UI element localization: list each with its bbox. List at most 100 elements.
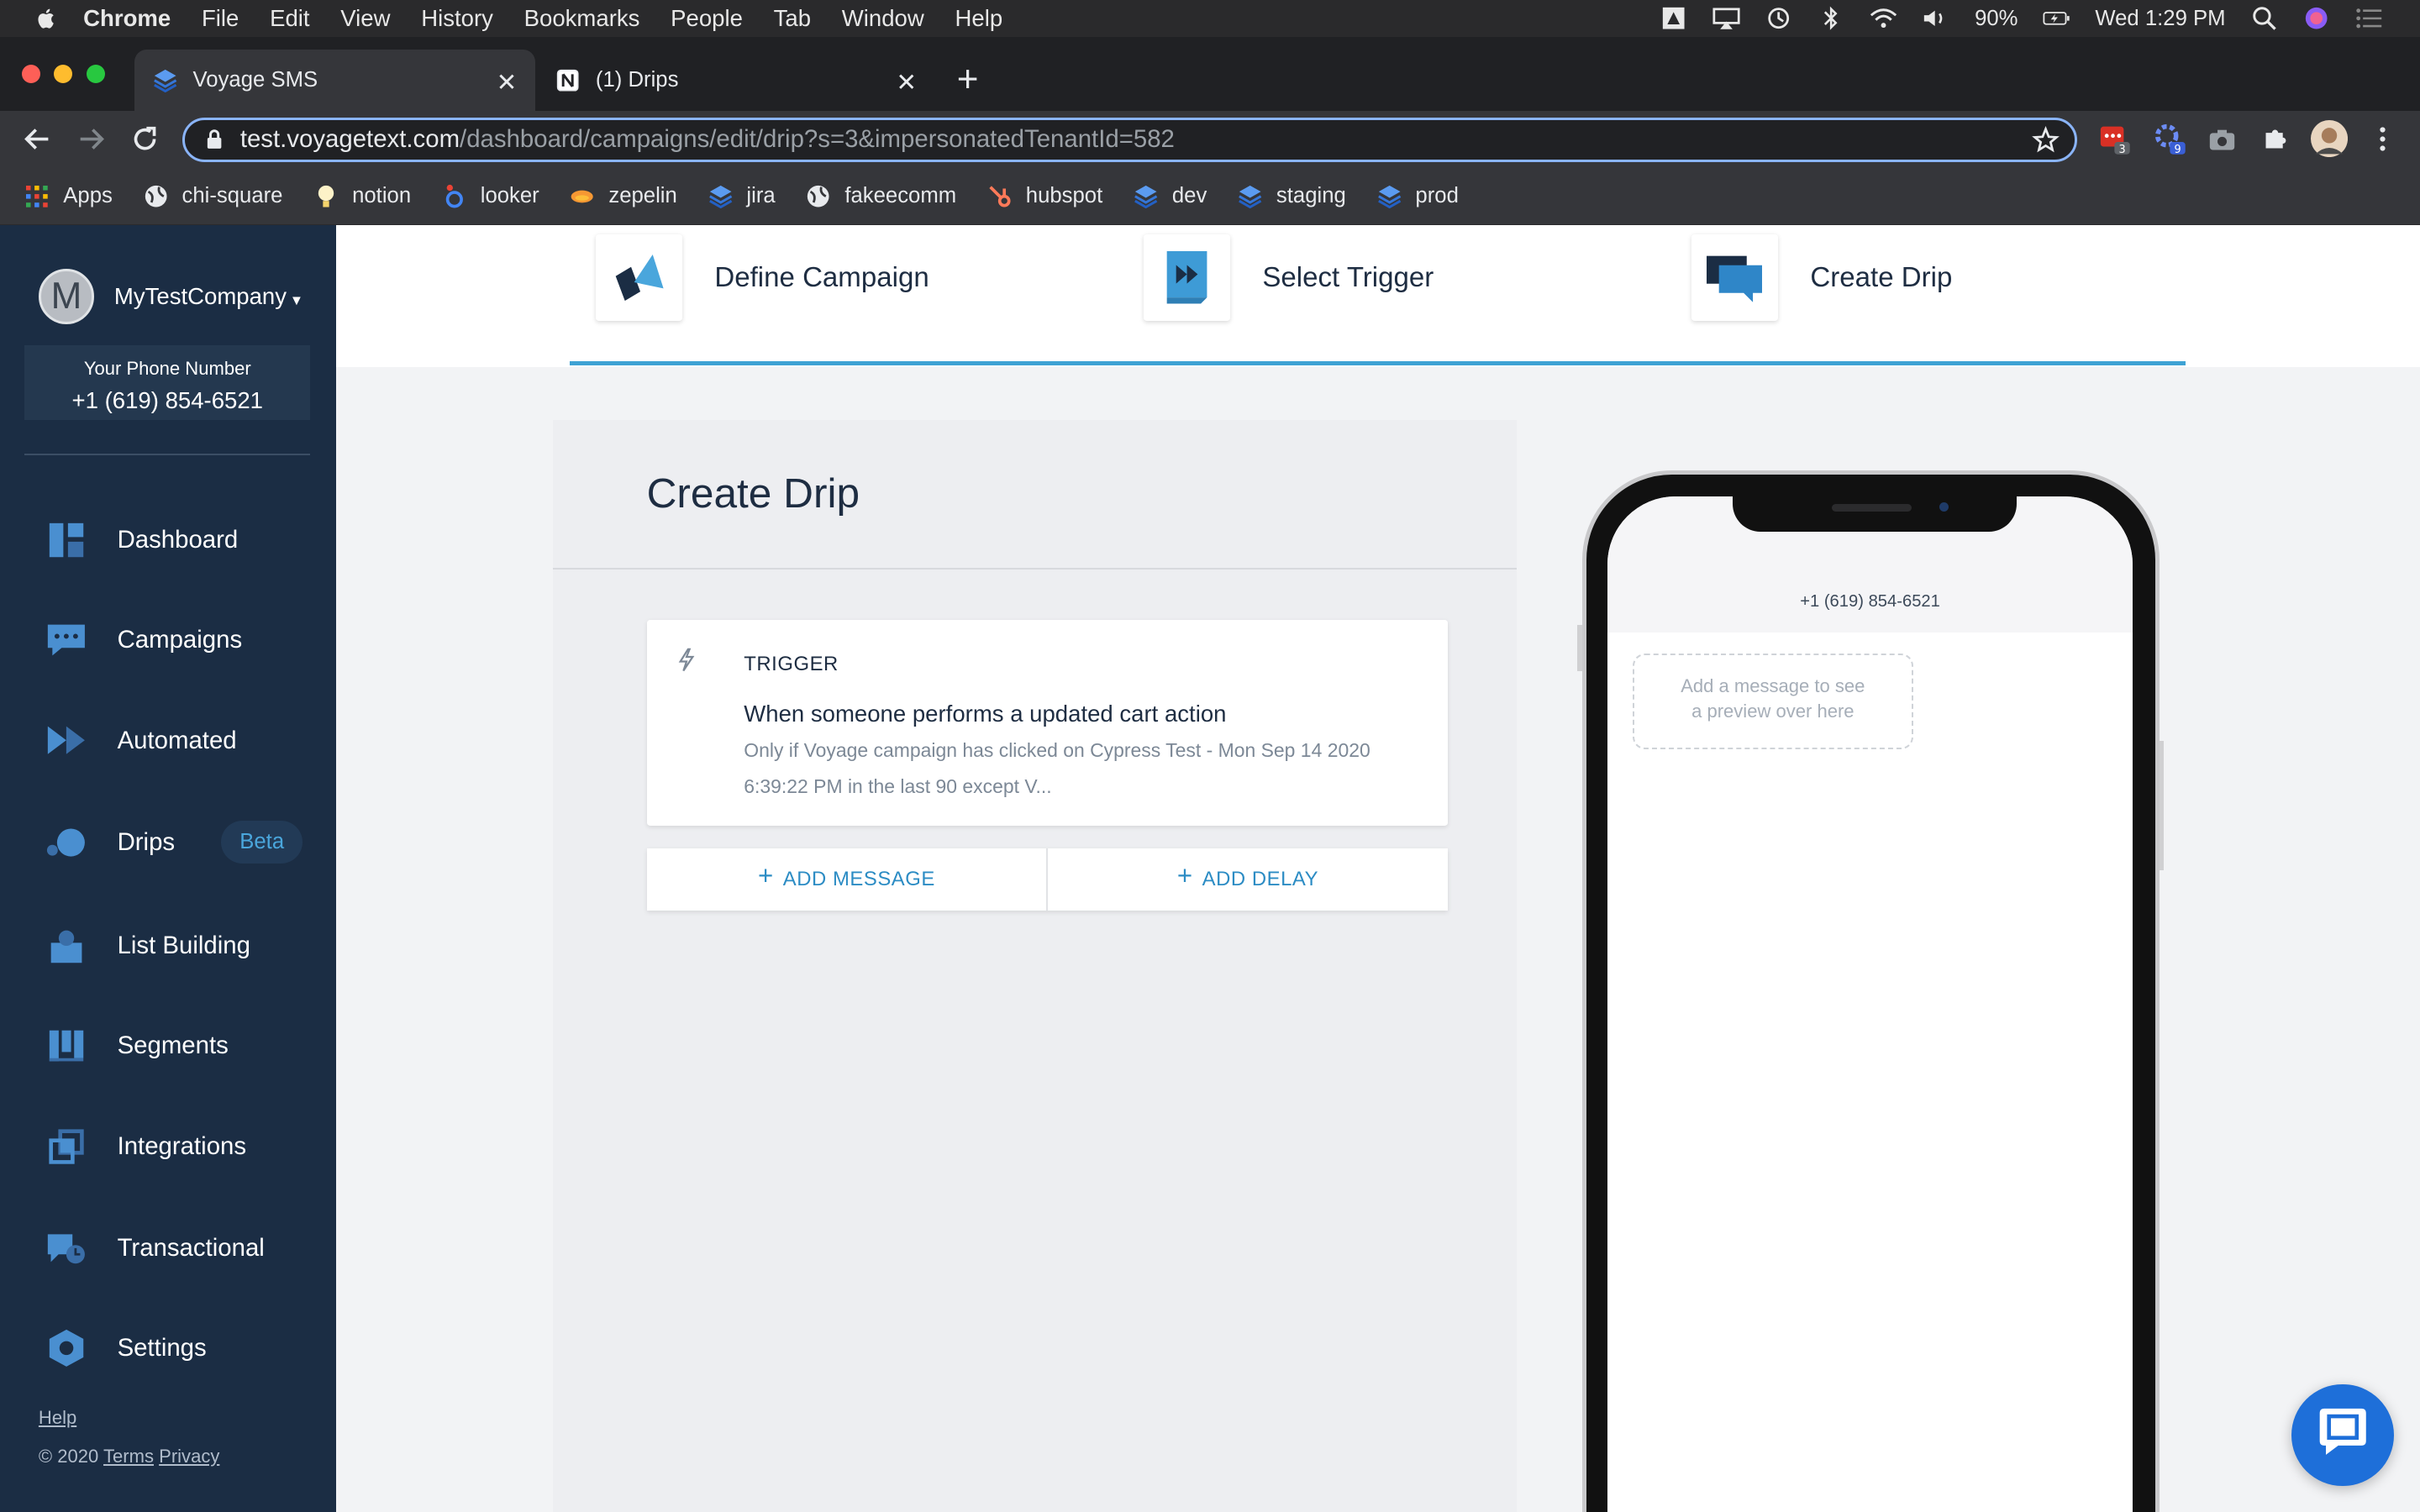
browser-tab-strip: Voyage SMS ✕ (1) Drips ✕ + — [0, 37, 2420, 112]
adobe-icon[interactable] — [1660, 8, 1688, 29]
integrations-icon — [46, 1126, 87, 1167]
sidebar-item-list-building[interactable]: List Building — [46, 926, 250, 966]
back-button[interactable] — [22, 123, 53, 155]
bookmark-label: fakeecomm — [844, 184, 957, 208]
bookmark-prod[interactable]: prod — [1377, 184, 1459, 209]
bookmark-label: looker — [480, 184, 539, 208]
sidebar-item-campaigns[interactable]: Campaigns — [46, 620, 242, 660]
bookmark-zepelin[interactable]: zepelin — [570, 184, 677, 208]
terms-link[interactable]: Terms — [103, 1446, 154, 1467]
globe-icon — [144, 184, 168, 208]
menu-file[interactable]: File — [202, 5, 239, 32]
menu-window[interactable]: Window — [842, 5, 924, 32]
step-define-campaign[interactable]: Define Campaign — [595, 234, 929, 322]
phone-number-box: Your Phone Number +1 (619) 854-6521 — [24, 345, 311, 420]
chrome-menu-icon[interactable] — [2367, 123, 2398, 155]
bookmark-chi-square[interactable]: chi-square — [144, 184, 282, 208]
menu-clock[interactable]: Wed 1:29 PM — [2095, 7, 2225, 31]
sidebar-item-settings[interactable]: Settings — [46, 1328, 207, 1368]
bookmark-staging[interactable]: staging — [1238, 184, 1346, 209]
close-window-button[interactable] — [21, 65, 40, 84]
step-label: Define Campaign — [714, 261, 929, 293]
bookmark-label: jira — [746, 184, 776, 208]
extensions-puzzle-icon[interactable] — [2260, 123, 2291, 155]
battery-icon[interactable] — [2043, 8, 2070, 29]
dashboard-icon — [46, 520, 87, 560]
menu-tab[interactable]: Tab — [774, 5, 811, 32]
siri-icon[interactable] — [2302, 8, 2330, 29]
bookmark-fakeecomm[interactable]: fakeecomm — [806, 184, 956, 208]
sidebar-item-transactional[interactable]: Transactional — [46, 1228, 265, 1268]
tab-drips[interactable]: (1) Drips ✕ — [537, 50, 935, 111]
close-tab-icon[interactable]: ✕ — [896, 68, 917, 97]
menu-edit[interactable]: Edit — [270, 5, 309, 32]
extension-gear-icon[interactable]: 9 — [2154, 123, 2186, 155]
sidebar-item-dashboard[interactable]: Dashboard — [46, 520, 238, 560]
profile-avatar[interactable] — [2310, 120, 2348, 158]
menu-bookmarks[interactable]: Bookmarks — [524, 5, 640, 32]
support-chat-button[interactable] — [2291, 1383, 2394, 1486]
layers-icon — [1238, 184, 1262, 209]
notification-center-icon[interactable] — [2355, 8, 2383, 29]
bookmark-label: dev — [1171, 184, 1207, 208]
bookmark-jira[interactable]: jira — [708, 184, 776, 209]
hubspot-icon — [987, 184, 1012, 208]
segments-icon — [46, 1026, 87, 1066]
reload-button[interactable] — [129, 123, 160, 155]
camera-extension-icon[interactable] — [2207, 123, 2238, 155]
sidebar-item-drips[interactable]: Drips Beta — [46, 821, 303, 864]
bookmark-dev[interactable]: dev — [1134, 184, 1207, 209]
bookmark-looker[interactable]: looker — [442, 184, 539, 208]
volume-icon[interactable] — [1923, 8, 1950, 29]
sidebar-item-integrations[interactable]: Integrations — [46, 1126, 246, 1167]
add-message-button[interactable]: + ADD MESSAGE — [647, 848, 1047, 910]
tab-voyage-sms[interactable]: Voyage SMS ✕ — [134, 49, 536, 112]
bookmark-apps[interactable]: Apps — [24, 184, 113, 208]
phone-preview: +1 (619) 854-6521 Add a message to see a… — [1581, 470, 2160, 1512]
step-label: Create Drip — [1810, 261, 1953, 293]
menu-app-name[interactable]: Chrome — [83, 5, 171, 32]
placeholder-line: Add a message to see — [1681, 675, 1865, 697]
sidebar-item-automated[interactable]: Automated — [46, 721, 237, 761]
voyage-favicon-icon — [153, 68, 177, 93]
spotlight-search-icon[interactable] — [2250, 7, 2278, 31]
apple-logo-icon[interactable] — [34, 6, 58, 30]
url-path: /dashboard/campaigns/edit/drip?s=3&imper… — [460, 125, 1175, 154]
transactional-icon — [46, 1228, 87, 1268]
menu-view[interactable]: View — [340, 5, 390, 32]
create-drip-panel: Create Drip TRIGGER When someone perform… — [552, 419, 1518, 1512]
company-switcher[interactable]: M MyTestCompany ▼ — [38, 268, 303, 324]
privacy-link[interactable]: Privacy — [159, 1446, 219, 1467]
airplay-icon[interactable] — [1712, 8, 1740, 29]
step-select-trigger[interactable]: Select Trigger — [1143, 234, 1434, 322]
time-machine-icon[interactable] — [1765, 8, 1792, 29]
chat-bubble-icon — [2317, 1407, 2369, 1463]
trigger-label: TRIGGER — [744, 652, 839, 675]
address-bar[interactable]: test.voyagetext.com/dashboard/campaigns/… — [182, 117, 2078, 162]
minimize-window-button[interactable] — [54, 65, 73, 84]
menu-people[interactable]: People — [671, 5, 743, 32]
close-tab-icon[interactable]: ✕ — [497, 68, 518, 97]
looker-icon — [442, 184, 466, 208]
bookmark-hubspot[interactable]: hubspot — [987, 184, 1102, 208]
forward-button[interactable] — [76, 123, 107, 155]
lock-icon[interactable] — [206, 129, 224, 150]
extension-badge-icon[interactable]: 3 — [2099, 123, 2130, 155]
settings-icon — [46, 1328, 87, 1368]
new-tab-button[interactable]: + — [957, 61, 979, 98]
step-create-drip[interactable]: Create Drip — [1691, 234, 1953, 322]
add-delay-button[interactable]: + ADD DELAY — [1048, 848, 1448, 910]
zoom-window-button[interactable] — [86, 65, 105, 84]
wifi-icon[interactable] — [1870, 8, 1897, 29]
panel-divider — [552, 567, 1518, 570]
bookmark-notion[interactable]: notion — [313, 184, 411, 208]
trigger-card[interactable]: TRIGGER When someone performs a updated … — [646, 620, 1448, 826]
bookmark-label: Apps — [63, 184, 113, 208]
menu-help[interactable]: Help — [955, 5, 1002, 32]
bookmark-star-icon[interactable] — [2031, 125, 2060, 160]
sidebar-item-segments[interactable]: Segments — [46, 1026, 229, 1066]
tab-title: (1) Drips — [595, 67, 679, 92]
help-link[interactable]: Help — [39, 1407, 76, 1428]
menu-history[interactable]: History — [421, 5, 493, 32]
bluetooth-icon[interactable] — [1818, 6, 1845, 31]
